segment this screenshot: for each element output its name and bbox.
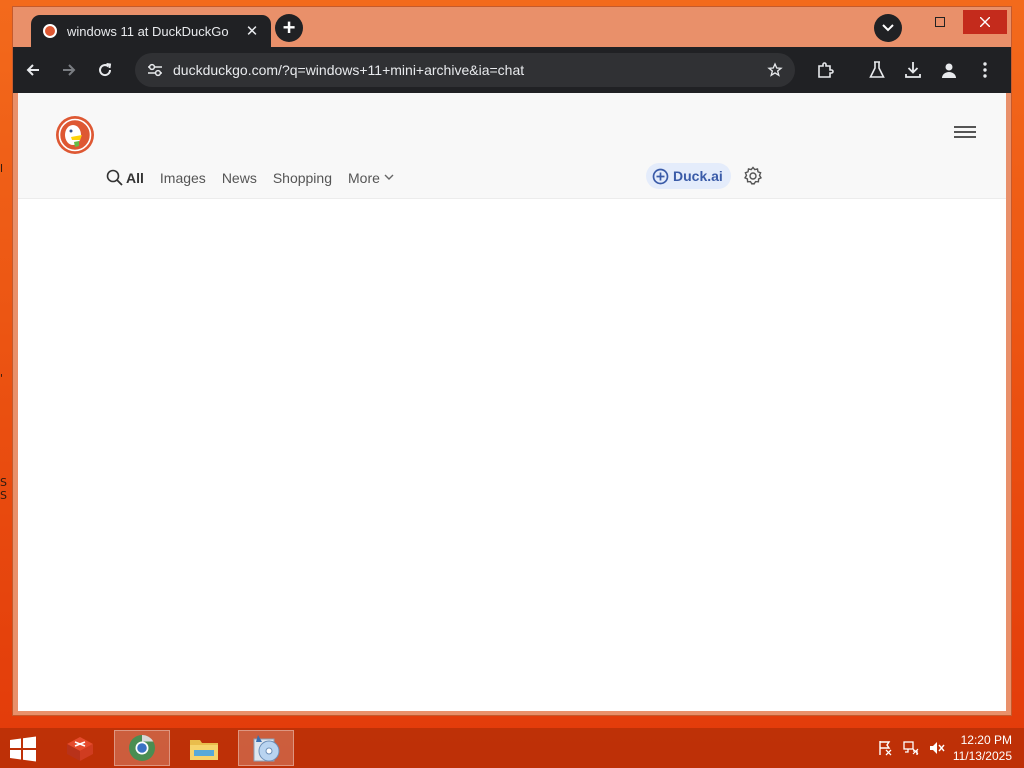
maximize-icon <box>935 17 945 27</box>
tab-images[interactable]: Images <box>160 170 206 186</box>
chevron-down-icon <box>384 174 394 180</box>
downloads-button[interactable] <box>895 54 931 86</box>
tab-more[interactable]: More <box>348 170 397 186</box>
folder-icon <box>190 740 218 760</box>
back-arrow-icon <box>26 64 39 76</box>
address-bar[interactable]: duckduckgo.com/?q=windows+11+mini+archiv… <box>135 53 795 87</box>
profile-button[interactable] <box>931 54 967 86</box>
duckai-label: Duck.ai <box>673 168 723 184</box>
kebab-menu-icon <box>983 62 987 78</box>
toolbar-separator <box>843 54 859 86</box>
bookmark-star-icon[interactable] <box>767 62 783 78</box>
taskbar: 12:20 PM 11/13/2025 <box>0 728 1024 768</box>
back-button[interactable] <box>17 54 49 86</box>
desktop-icon-fragment: ' <box>0 372 4 385</box>
flask-icon <box>869 61 885 78</box>
tab-all[interactable]: All <box>106 169 144 186</box>
page-content: All Images News Shopping More Duck.ai <box>18 93 1006 711</box>
clock-time: 12:20 PM <box>960 733 1012 747</box>
disc-tool-icon <box>253 735 280 762</box>
tab-shopping-label: Shopping <box>272 169 332 186</box>
forward-button[interactable] <box>53 54 85 86</box>
download-icon <box>905 62 921 78</box>
duckai-button[interactable]: Duck.ai <box>646 163 731 189</box>
ddg-header: All Images News Shopping More Duck.ai <box>18 93 1006 199</box>
tab-all-label: All <box>126 169 144 186</box>
browser-window: windows 11 at DuckDuckGo ✕ + duckduckgo.… <box>12 6 1012 716</box>
reload-icon <box>99 63 112 77</box>
system-tray <box>872 740 950 756</box>
settings-gear-icon[interactable] <box>743 166 763 186</box>
url-text: duckduckgo.com/?q=windows+11+mini+archiv… <box>173 62 525 78</box>
clock-date: 11/13/2025 <box>952 749 1012 763</box>
windows-logo-icon <box>10 736 36 762</box>
reload-button[interactable] <box>89 54 121 86</box>
taskbar-app-archive[interactable] <box>52 730 108 766</box>
archive-box-icon <box>67 737 93 761</box>
labs-button[interactable] <box>859 54 895 86</box>
duckduckgo-favicon-icon <box>43 24 57 38</box>
tab-more-label: More <box>348 169 380 186</box>
desktop-icon-fragment: SS <box>0 476 7 502</box>
duckduckgo-logo-icon[interactable] <box>55 115 95 155</box>
tab-news[interactable]: News <box>222 170 257 186</box>
browser-tab[interactable]: windows 11 at DuckDuckGo ✕ <box>31 15 271 47</box>
taskbar-app-disc-utility[interactable] <box>238 730 294 766</box>
desktop-icon-fragment: l <box>0 162 4 175</box>
tab-images-label: Images <box>159 169 206 186</box>
search-tabs: All Images News Shopping More <box>106 169 413 186</box>
close-icon <box>980 17 990 27</box>
tab-strip: windows 11 at DuckDuckGo ✕ + <box>13 7 1011 47</box>
action-center-flag-icon[interactable] <box>872 740 898 756</box>
taskbar-app-file-explorer[interactable] <box>176 730 232 766</box>
puzzle-piece-icon <box>818 62 834 78</box>
tab-shopping[interactable]: Shopping <box>273 170 332 186</box>
new-tab-button[interactable]: + <box>275 14 303 42</box>
volume-muted-icon[interactable] <box>924 740 950 756</box>
toolbar-actions <box>807 54 1003 86</box>
close-window-button[interactable] <box>963 10 1007 34</box>
minimize-icon <box>889 21 899 23</box>
site-settings-icon[interactable] <box>147 63 163 77</box>
minimize-button[interactable] <box>871 7 917 37</box>
chrome-browser-icon <box>129 734 155 761</box>
taskbar-clock[interactable]: 12:20 PM 11/13/2025 <box>953 732 1012 764</box>
hamburger-menu-icon[interactable] <box>954 123 976 143</box>
network-icon[interactable] <box>898 740 924 756</box>
maximize-button[interactable] <box>917 7 963 37</box>
account-icon <box>942 63 956 78</box>
tab-title: windows 11 at DuckDuckGo <box>67 23 229 39</box>
duckai-chat-icon <box>652 168 669 184</box>
browser-toolbar: duckduckgo.com/?q=windows+11+mini+archiv… <box>13 47 1011 93</box>
tab-news-label: News <box>221 169 257 186</box>
extensions-button[interactable] <box>807 54 843 86</box>
forward-arrow-icon <box>63 64 76 76</box>
search-icon <box>106 169 123 186</box>
tab-close-icon[interactable]: ✕ <box>243 22 261 40</box>
menu-button[interactable] <box>967 54 1003 86</box>
taskbar-app-browser[interactable] <box>114 730 170 766</box>
start-button[interactable] <box>8 736 38 762</box>
window-controls <box>871 7 1011 37</box>
